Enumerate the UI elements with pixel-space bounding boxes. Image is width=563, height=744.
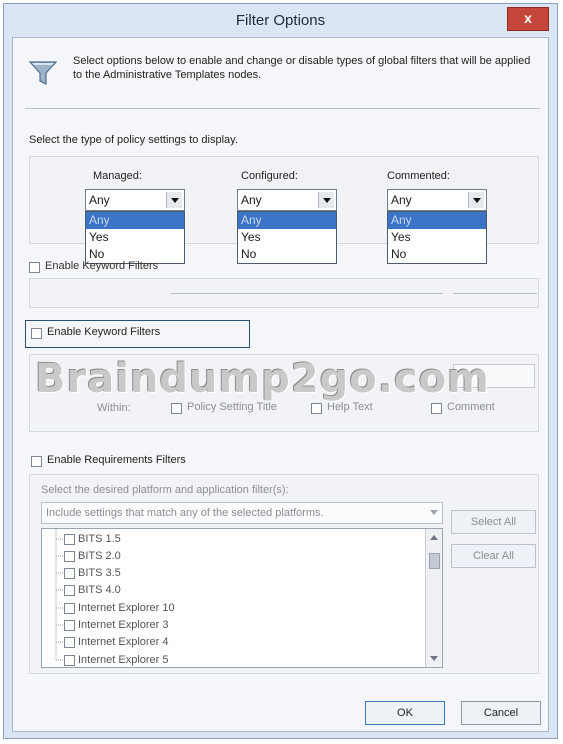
enable-requirements-filters-label: Enable Requirements Filters bbox=[47, 454, 186, 466]
commented-label: Commented: bbox=[387, 170, 450, 182]
clear-all-button[interactable]: Clear All bbox=[451, 544, 536, 568]
scroll-up-icon[interactable] bbox=[430, 535, 438, 540]
commented-value: Any bbox=[391, 193, 412, 207]
obscured-divider bbox=[453, 293, 537, 294]
commented-option-any[interactable]: Any bbox=[388, 212, 486, 229]
configured-dropdown-list: Any Yes No bbox=[237, 211, 337, 264]
within-label: Within: bbox=[97, 402, 131, 414]
dialog-body: Select options below to enable and chang… bbox=[12, 37, 549, 732]
managed-label: Managed: bbox=[93, 170, 142, 182]
header-divider bbox=[25, 108, 540, 109]
platform-checkbox[interactable] bbox=[64, 603, 75, 614]
chevron-down-icon[interactable] bbox=[468, 192, 484, 208]
enable-keyword-filters-checkbox[interactable] bbox=[31, 328, 42, 339]
title-bar[interactable]: Filter Options x bbox=[4, 4, 557, 36]
obscured-divider bbox=[171, 293, 443, 294]
tree-connector-lines bbox=[55, 529, 64, 661]
commented-dropdown-list: Any Yes No bbox=[387, 211, 487, 264]
platform-checkbox[interactable] bbox=[64, 637, 75, 648]
obscured-keyword-label: Enable Keyword Filters bbox=[45, 260, 159, 272]
platform-checkbox[interactable] bbox=[64, 620, 75, 631]
policy-title-checkbox[interactable] bbox=[171, 403, 182, 414]
filter-funnel-icon bbox=[28, 61, 58, 85]
watermark-text: Braindump2go.com bbox=[35, 356, 490, 402]
policy-type-heading: Select the type of policy settings to di… bbox=[29, 134, 238, 146]
configured-label: Configured: bbox=[241, 170, 298, 182]
platform-filter-label: Select the desired platform and applicat… bbox=[41, 484, 289, 496]
enable-keyword-filters-label: Enable Keyword Filters bbox=[47, 326, 161, 338]
configured-select[interactable]: Any bbox=[237, 189, 337, 211]
platform-checkbox[interactable] bbox=[64, 568, 75, 579]
commented-option-yes[interactable]: Yes bbox=[388, 229, 486, 246]
configured-option-no[interactable]: No bbox=[238, 246, 336, 263]
help-text-label: Help Text bbox=[327, 401, 373, 413]
platform-checkbox[interactable] bbox=[64, 655, 75, 666]
platform-checkbox[interactable] bbox=[64, 585, 75, 596]
managed-option-any[interactable]: Any bbox=[86, 212, 184, 229]
filter-options-dialog: Filter Options x Select options below to… bbox=[3, 3, 558, 739]
configured-value: Any bbox=[241, 193, 262, 207]
managed-dropdown-list: Any Yes No bbox=[85, 211, 185, 264]
help-text-checkbox[interactable] bbox=[311, 403, 322, 414]
managed-value: Any bbox=[89, 193, 110, 207]
dialog-title: Filter Options bbox=[235, 12, 326, 29]
scroll-down-icon[interactable] bbox=[430, 656, 438, 661]
scroll-thumb[interactable] bbox=[429, 553, 440, 569]
ok-button[interactable]: OK bbox=[365, 701, 445, 725]
chevron-down-icon[interactable] bbox=[430, 510, 438, 515]
policy-title-label: Policy Setting Title bbox=[187, 401, 277, 413]
managed-option-yes[interactable]: Yes bbox=[86, 229, 184, 246]
cancel-button[interactable]: Cancel bbox=[461, 701, 541, 725]
comment-label: Comment bbox=[447, 401, 495, 413]
configured-option-any[interactable]: Any bbox=[238, 212, 336, 229]
commented-select[interactable]: Any bbox=[387, 189, 487, 211]
close-button[interactable]: x bbox=[507, 7, 549, 31]
managed-select[interactable]: Any bbox=[85, 189, 185, 211]
obscured-keyword-checkbox[interactable] bbox=[29, 262, 40, 273]
chevron-down-icon[interactable] bbox=[318, 192, 334, 208]
commented-option-no[interactable]: No bbox=[388, 246, 486, 263]
platform-checkbox[interactable] bbox=[64, 534, 75, 545]
configured-option-yes[interactable]: Yes bbox=[238, 229, 336, 246]
platform-match-select[interactable]: Include settings that match any of the s… bbox=[41, 502, 443, 524]
dialog-description: Select options below to enable and chang… bbox=[73, 55, 531, 81]
comment-checkbox[interactable] bbox=[431, 403, 442, 414]
platform-match-value: Include settings that match any of the s… bbox=[46, 507, 324, 519]
platform-checkbox[interactable] bbox=[64, 551, 75, 562]
platform-tree[interactable]: BITS 1.5 BITS 2.0 BITS 3.5 BITS 4.0 Inte… bbox=[41, 528, 443, 668]
select-all-button[interactable]: Select All bbox=[451, 510, 536, 534]
enable-requirements-filters-checkbox[interactable] bbox=[31, 456, 42, 467]
platform-list-scrollbar[interactable] bbox=[425, 529, 442, 667]
chevron-down-icon[interactable] bbox=[166, 192, 182, 208]
